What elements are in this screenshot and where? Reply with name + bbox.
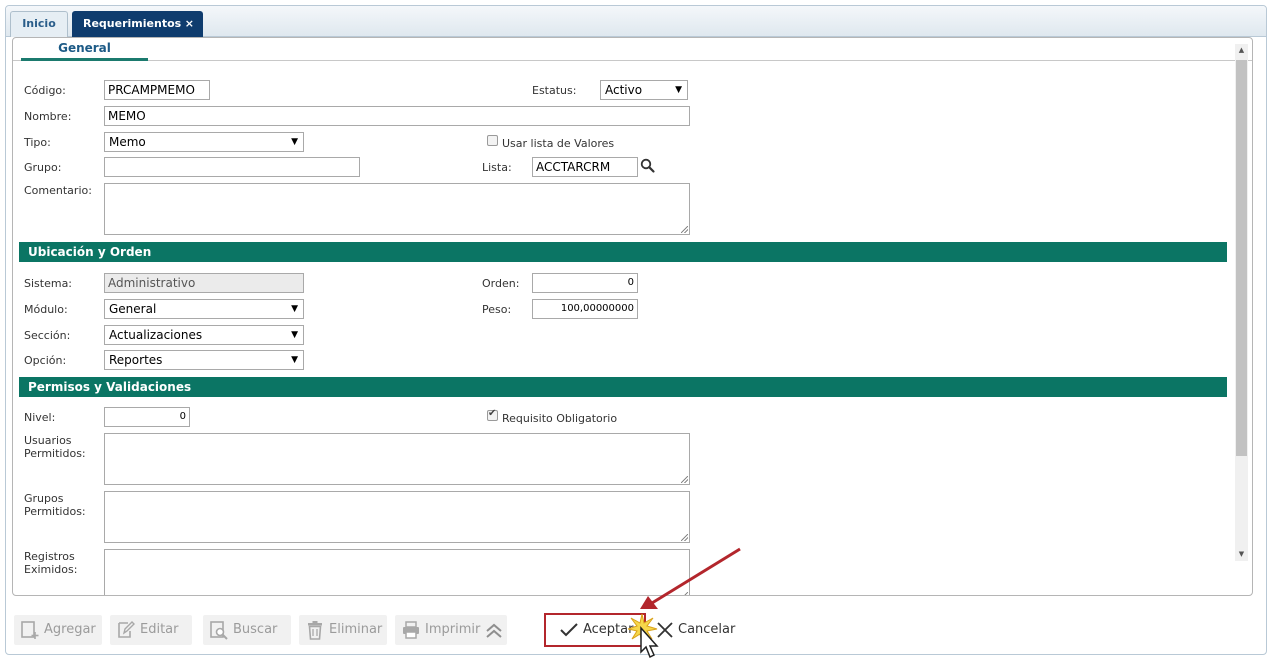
form-content: Código: PRCAMPMEMO Estatus: Activo ▼ Nom… <box>13 61 1231 595</box>
aceptar-label: Aceptar <box>583 622 634 637</box>
requisito-obligatorio-checkbox[interactable] <box>487 408 498 421</box>
seccion-label: Sección: <box>24 329 71 342</box>
search-document-icon <box>210 621 228 640</box>
search-icon[interactable] <box>640 158 656 174</box>
agregar-button[interactable]: Agregar <box>14 615 102 645</box>
usar-lista-checkbox[interactable] <box>487 135 498 146</box>
estatus-select[interactable]: Activo ▼ <box>600 80 688 100</box>
grupos-permitidos-label-1: Grupos <box>24 492 64 505</box>
section-ubicacion-header: Ubicación y Orden <box>19 242 1227 262</box>
modulo-value: General <box>109 302 157 316</box>
trash-icon <box>308 621 322 640</box>
opcion-value: Reportes <box>109 353 163 367</box>
add-document-icon <box>21 621 39 639</box>
eliminar-label: Eliminar <box>329 622 383 637</box>
requisito-obligatorio-label: Requisito Obligatorio <box>502 412 618 425</box>
dropdown-arrow-icon: ▼ <box>291 304 298 314</box>
agregar-label: Agregar <box>44 622 96 637</box>
scroll-up-arrow-icon[interactable]: ▲ <box>1235 44 1248 57</box>
sistema-input: Administrativo <box>104 273 304 293</box>
nombre-label: Nombre: <box>24 110 72 123</box>
scroll-down-arrow-icon[interactable]: ▼ <box>1235 548 1248 561</box>
tipo-value: Memo <box>109 135 146 149</box>
subtab-bar: General <box>13 38 1252 61</box>
orden-label: Orden: <box>482 277 520 290</box>
registros-eximidos-label-1: Registros <box>24 550 75 563</box>
estatus-label: Estatus: <box>532 84 577 97</box>
seccion-select[interactable]: Actualizaciones ▼ <box>104 325 304 345</box>
section-permisos-header: Permisos y Validaciones <box>19 377 1227 397</box>
close-tab-icon[interactable]: × <box>185 12 194 36</box>
printer-icon <box>403 621 419 639</box>
tab-general[interactable]: General <box>21 38 148 61</box>
grupos-permitidos-textarea[interactable] <box>104 491 690 543</box>
click-cursor-icon <box>628 613 659 659</box>
modulo-label: Módulo: <box>24 303 68 316</box>
vertical-scrollbar[interactable]: ▲ ▼ <box>1235 44 1248 561</box>
form-panel: General Código: PRCAMPMEMO Estatus: Acti… <box>12 37 1253 596</box>
cancelar-label: Cancelar <box>678 622 736 637</box>
checkmark-icon <box>560 623 578 637</box>
registros-eximidos-textarea[interactable] <box>104 549 690 595</box>
modulo-select[interactable]: General ▼ <box>104 299 304 319</box>
buscar-button[interactable]: Buscar <box>203 615 291 645</box>
tipo-label: Tipo: <box>24 136 51 149</box>
grupos-permitidos-label-2: Permitidos: <box>24 505 86 518</box>
tab-requerimientos-label: Requerimientos <box>83 17 182 30</box>
cancelar-button[interactable]: Cancelar <box>656 615 736 645</box>
usuarios-permitidos-label-1: Usuarios <box>24 434 72 447</box>
opcion-select[interactable]: Reportes ▼ <box>104 350 304 370</box>
nivel-input[interactable]: 0 <box>104 407 190 427</box>
usuarios-permitidos-textarea[interactable] <box>104 433 690 485</box>
editar-button[interactable]: Editar <box>110 615 192 645</box>
dropdown-arrow-icon: ▼ <box>291 330 298 340</box>
peso-input[interactable]: 100,00000000 <box>532 299 638 319</box>
lista-input[interactable]: ACCTARCRM <box>532 157 638 177</box>
codigo-input[interactable]: PRCAMPMEMO <box>104 80 210 100</box>
dropdown-arrow-icon: ▼ <box>291 355 298 365</box>
seccion-value: Actualizaciones <box>109 328 203 342</box>
estatus-value: Activo <box>605 83 643 97</box>
usuarios-permitidos-label-2: Permitidos: <box>24 447 86 460</box>
comentario-textarea[interactable] <box>104 183 690 235</box>
chevron-double-up-icon[interactable] <box>484 622 504 640</box>
comentario-label: Comentario: <box>24 184 92 197</box>
usar-lista-label: Usar lista de Valores <box>502 137 615 150</box>
tab-bar: Inicio Requerimientos × <box>6 6 1266 37</box>
tab-inicio[interactable]: Inicio <box>10 11 68 37</box>
tab-requerimientos[interactable]: Requerimientos × <box>72 11 203 37</box>
codigo-label: Código: <box>24 84 66 97</box>
imprimir-button[interactable]: Imprimir <box>395 615 507 645</box>
opcion-label: Opción: <box>24 354 67 367</box>
imprimir-label: Imprimir <box>425 622 481 637</box>
nombre-input[interactable]: MEMO <box>104 106 690 126</box>
sistema-label: Sistema: <box>24 277 73 290</box>
grupo-label: Grupo: <box>24 161 62 174</box>
tipo-select[interactable]: Memo ▼ <box>104 132 304 152</box>
dropdown-arrow-icon: ▼ <box>291 137 298 147</box>
orden-input[interactable]: 0 <box>532 273 638 293</box>
edit-icon <box>118 621 135 638</box>
buscar-label: Buscar <box>233 622 278 637</box>
eliminar-button[interactable]: Eliminar <box>299 615 387 645</box>
peso-label: Peso: <box>482 303 512 316</box>
editar-label: Editar <box>140 622 179 637</box>
grupo-input[interactable] <box>104 157 360 177</box>
dropdown-arrow-icon: ▼ <box>675 85 682 95</box>
nivel-label: Nivel: <box>24 411 56 424</box>
scrollbar-thumb[interactable] <box>1236 60 1247 456</box>
registros-eximidos-label-2: Eximidos: <box>24 563 78 576</box>
lista-label: Lista: <box>482 161 512 174</box>
aceptar-button[interactable]: Aceptar <box>560 615 636 645</box>
